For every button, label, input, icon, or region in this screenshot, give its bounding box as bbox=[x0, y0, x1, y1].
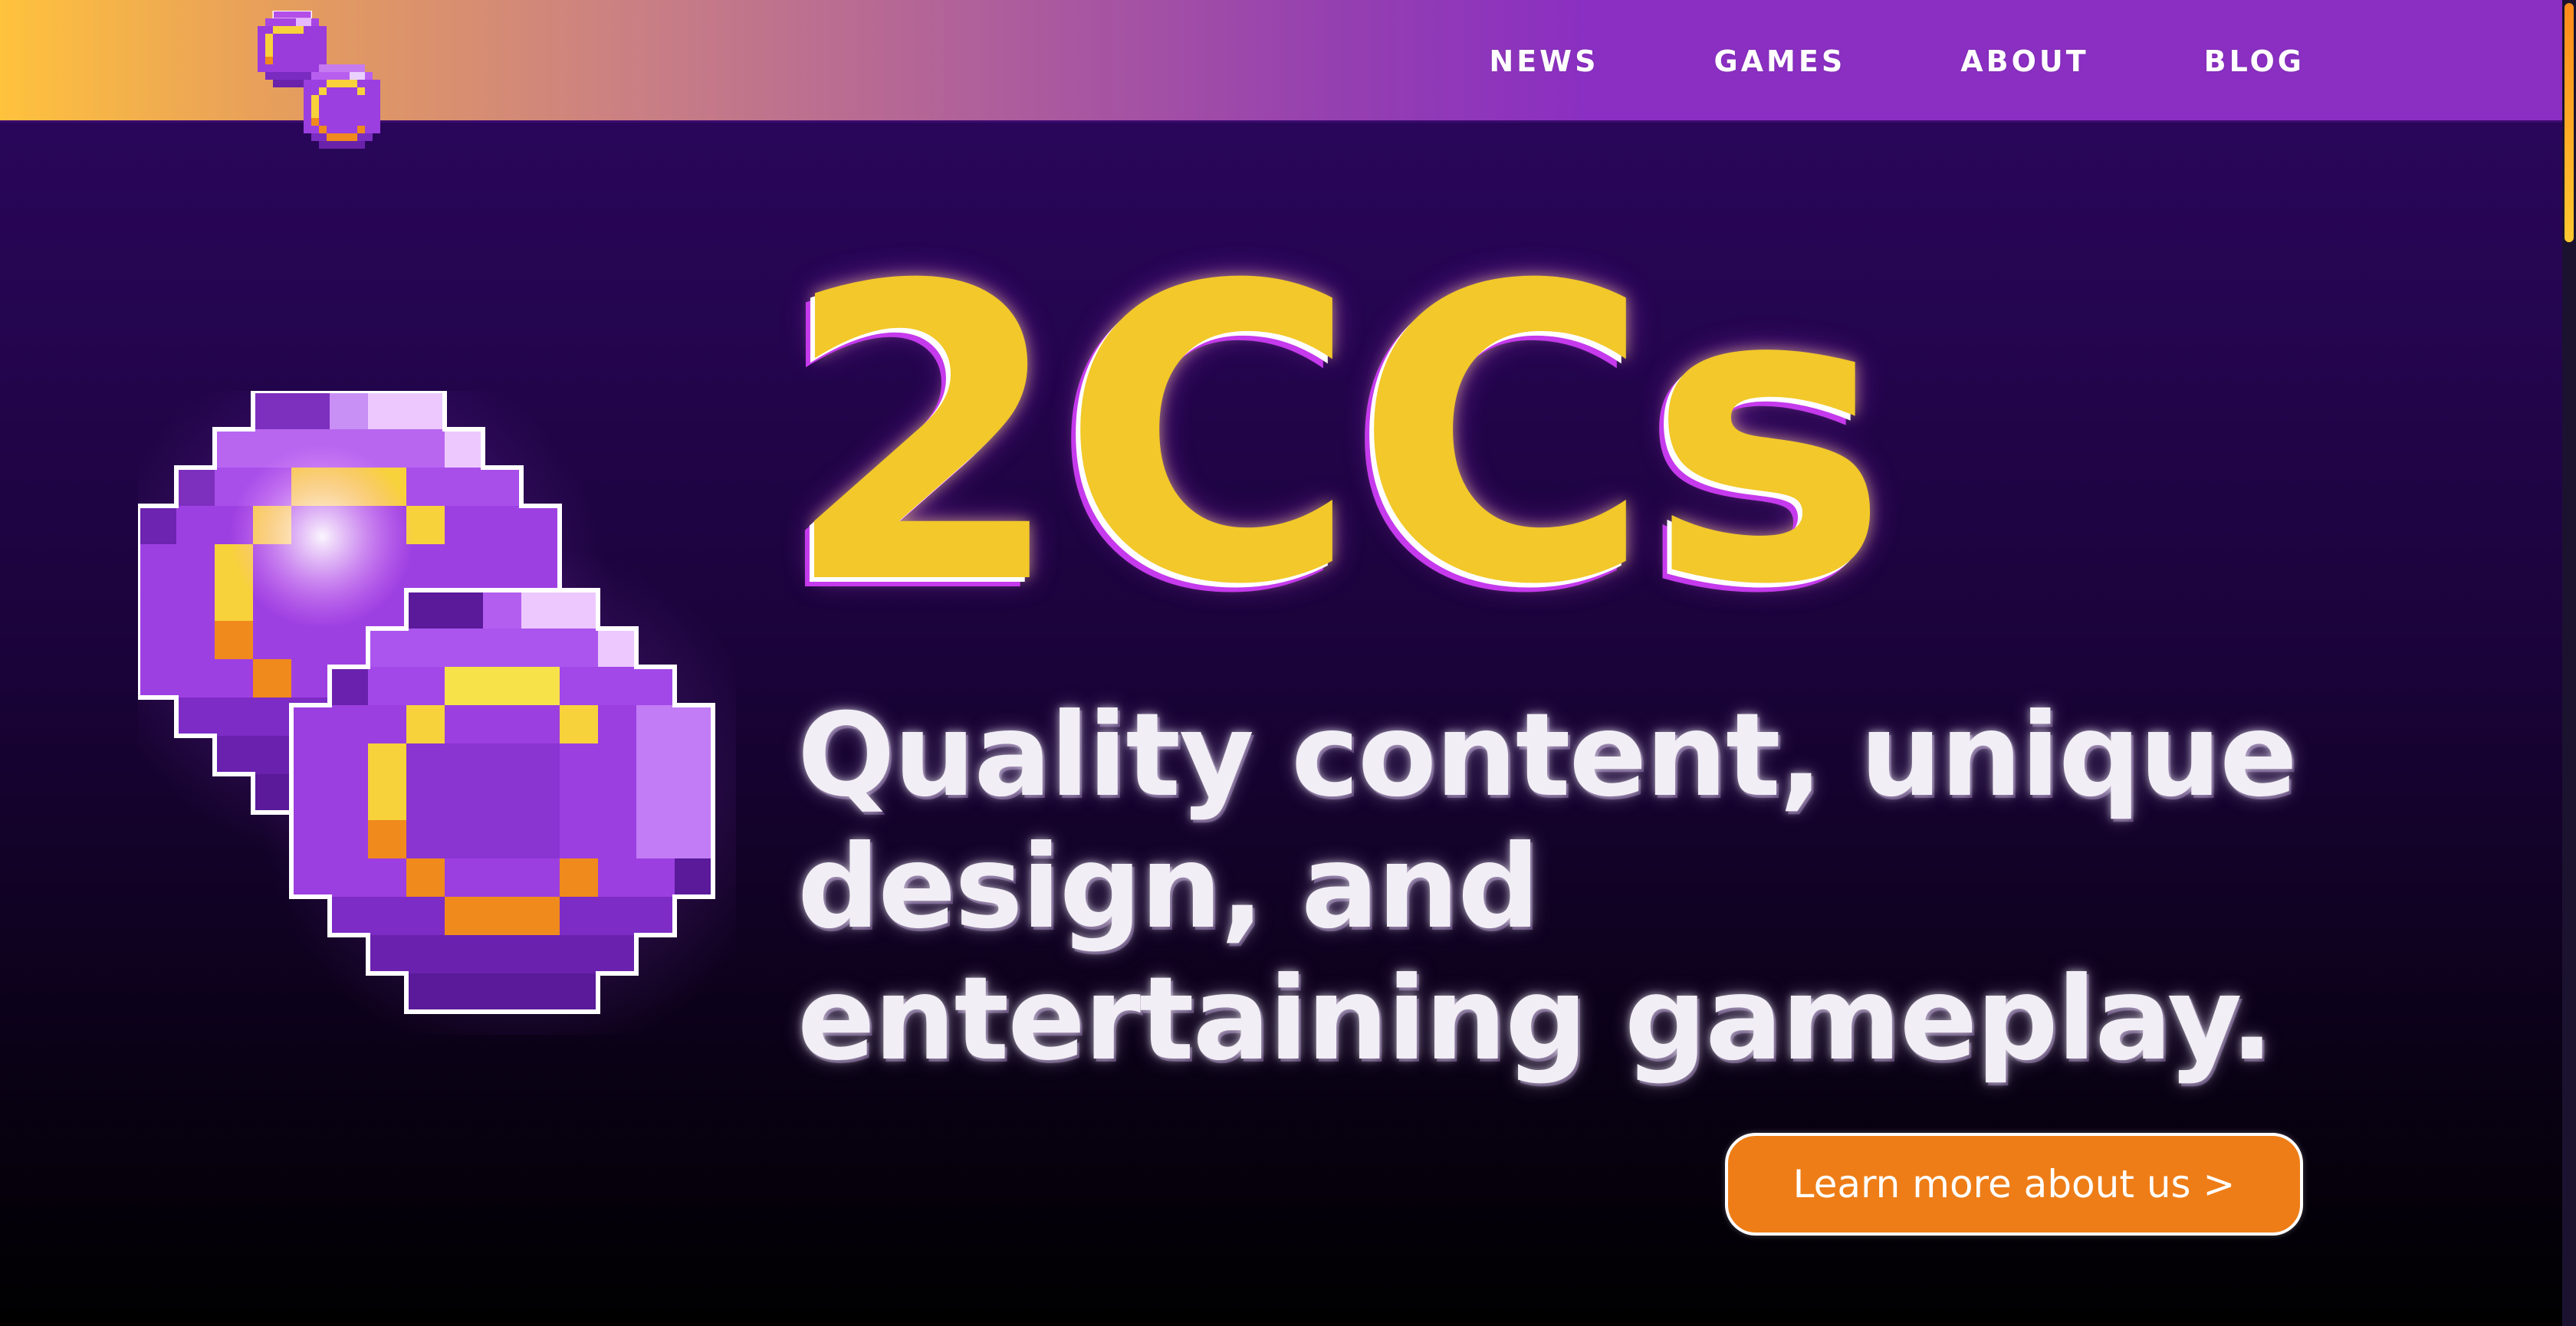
site-logo-icon[interactable] bbox=[258, 11, 442, 202]
page: NEWS GAMES ABOUT BLOG 2CCs Quality conte… bbox=[0, 0, 2576, 1326]
scrollbar-thumb[interactable] bbox=[2564, 3, 2574, 242]
nav-games-link[interactable]: GAMES bbox=[1714, 44, 1845, 78]
learn-more-button[interactable]: Learn more about us > bbox=[1725, 1133, 2303, 1236]
hero-tagline: Quality content, unique design, and ente… bbox=[797, 689, 2298, 1086]
hero-gem-coin-icon bbox=[138, 391, 736, 1035]
main-nav: NEWS GAMES ABOUT BLOG bbox=[1374, 0, 2305, 123]
page-scrollbar[interactable] bbox=[2562, 0, 2576, 1326]
gem-coin-front bbox=[304, 64, 380, 149]
brand-title: 2CCs bbox=[782, 200, 1889, 673]
nav-news-link[interactable]: NEWS bbox=[1489, 44, 1598, 78]
nav-blog-link[interactable]: BLOG bbox=[2204, 44, 2305, 78]
nav-about-link[interactable]: ABOUT bbox=[1960, 44, 2088, 78]
